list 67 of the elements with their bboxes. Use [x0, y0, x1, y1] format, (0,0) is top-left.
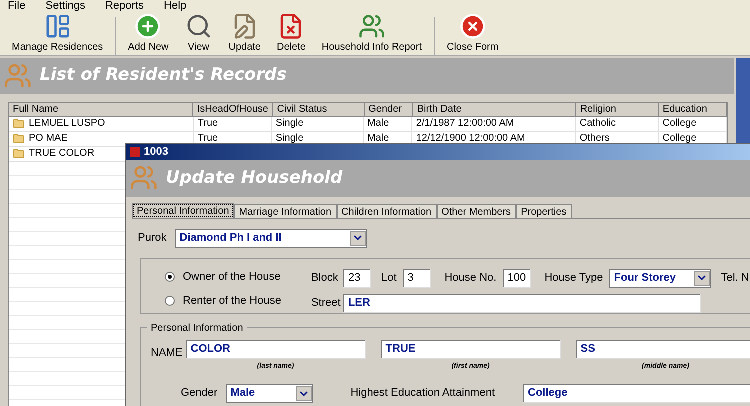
tab[interactable]: Marriage Information [234, 204, 337, 218]
tab[interactable]: Personal Information [132, 202, 234, 218]
folder-icon [13, 148, 25, 160]
header-title: Update Household [166, 166, 343, 190]
toolbar-button[interactable]: Add New [120, 13, 177, 55]
radio-button[interactable] [165, 272, 175, 282]
input-field[interactable]: College [523, 384, 750, 404]
field-label: Street [311, 296, 341, 309]
folder-icon [13, 118, 25, 130]
column-header[interactable]: Full Name [9, 103, 194, 117]
field-label: Block [311, 272, 338, 284]
column-header[interactable]: Birth Date [413, 103, 576, 117]
toolbar-button[interactable]: Close Form [438, 13, 507, 55]
close-icon [458, 13, 487, 40]
table-cell: True [194, 117, 272, 131]
field-label: NAME [151, 346, 183, 359]
field-label: House Type [544, 272, 604, 284]
plus-icon [134, 13, 162, 40]
input-field[interactable]: 3 [402, 268, 431, 288]
toolbar-button[interactable]: Household Info Report [314, 13, 430, 55]
folder-icon [13, 133, 25, 145]
input-field[interactable]: 100 [502, 268, 531, 288]
header-title: List of Resident's Records [40, 64, 287, 88]
field-label: Lot [381, 272, 397, 284]
field-label: Highest Education Attainment [350, 387, 495, 400]
tab[interactable]: Children Information [336, 204, 437, 218]
menu-item[interactable]: Reports [105, 1, 144, 12]
table-cell: 2/1/1987 12:00:00 AM [412, 117, 576, 131]
column-header[interactable]: IsHeadOfHouse [193, 103, 274, 117]
toolbar-button[interactable]: Delete [269, 13, 314, 55]
input-field[interactable]: TRUE [380, 340, 561, 359]
input-field[interactable]: SS [576, 340, 750, 359]
toolbar-button[interactable]: View [176, 13, 221, 55]
people-icon [4, 62, 32, 90]
input-field[interactable]: 23 [343, 268, 372, 288]
column-header[interactable]: Religion [576, 103, 659, 117]
table-cell: LEMUEL LUSPO [9, 117, 194, 131]
people-icon [130, 164, 158, 192]
table-cell: Catholic [576, 117, 659, 131]
table-cell: Male [364, 117, 412, 131]
dropdown[interactable]: Diamond Ph I and II [174, 228, 367, 248]
field-label: House No. [444, 272, 497, 284]
menu-item[interactable]: File [8, 1, 26, 12]
radio-button[interactable] [165, 296, 175, 306]
column-header[interactable]: Civil Status [273, 103, 365, 117]
app-icon [130, 147, 140, 157]
radio-label: Owner of the House [183, 270, 281, 285]
field-label: Purok [138, 230, 167, 246]
window-title: 1003 [144, 144, 168, 160]
people-icon [358, 13, 386, 40]
toolbar-button[interactable]: Update [220, 13, 269, 55]
tab[interactable]: Other Members [436, 204, 516, 218]
dropdown[interactable]: Four Storey [609, 268, 712, 288]
radio-label: Renter of the House [183, 294, 282, 310]
column-header[interactable]: Gender [364, 103, 414, 117]
menu-item[interactable]: Help [164, 1, 187, 12]
input-field[interactable]: COLOR [186, 340, 366, 359]
field-label: Gender [181, 386, 218, 402]
toolbar-button[interactable]: Manage Residences [4, 13, 112, 55]
menu-item[interactable]: Settings [46, 1, 86, 12]
input-field[interactable]: LER [343, 294, 702, 313]
table-cell: College [658, 117, 727, 131]
tab[interactable]: Properties [516, 204, 572, 218]
field-label: Tel. N [721, 272, 750, 284]
dropdown[interactable]: Male [226, 384, 313, 404]
table-cell: Single [272, 117, 364, 131]
column-header[interactable]: Education [658, 103, 727, 117]
